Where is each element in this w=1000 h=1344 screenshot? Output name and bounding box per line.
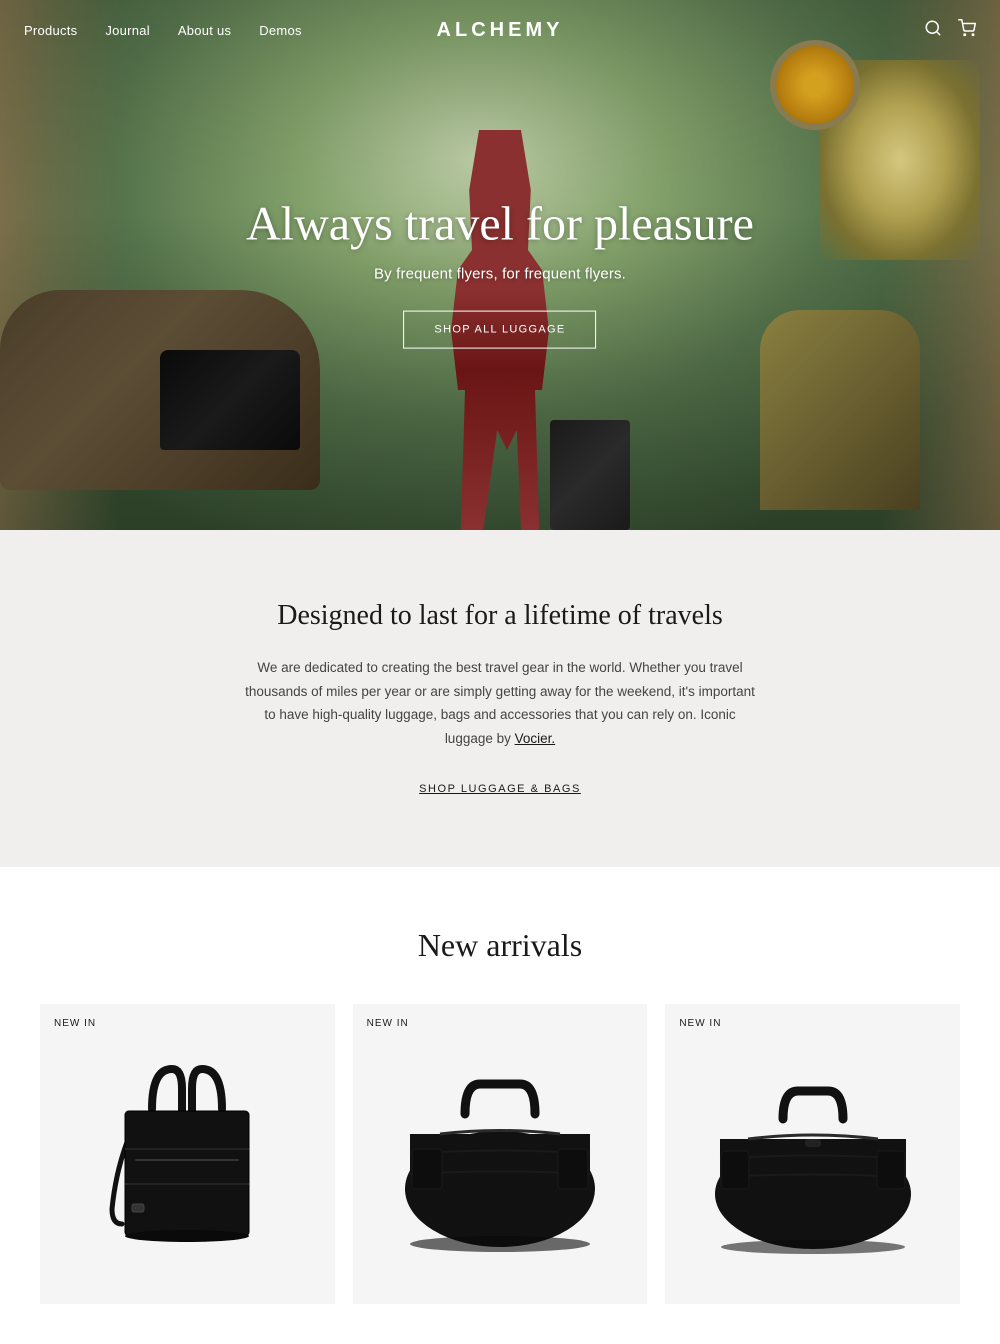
hero-section: Always travel for pleasure By frequent f… (0, 0, 1000, 530)
arrivals-title: New arrivals (40, 927, 960, 964)
brand-link[interactable]: Vocier. (515, 731, 556, 746)
product-card[interactable]: NEW IN (353, 1004, 648, 1304)
cart-icon[interactable] (958, 19, 976, 42)
nav-journal[interactable]: Journal (105, 23, 149, 38)
product-badge: NEW IN (367, 1018, 409, 1029)
site-header: Products Journal About us Demos ALCHEMY (0, 0, 1000, 60)
nav-left: Products Journal About us Demos (24, 23, 302, 38)
info-section: Designed to last for a lifetime of trave… (0, 530, 1000, 867)
hero-content: Always travel for pleasure By frequent f… (246, 197, 754, 349)
products-grid: NEW IN (40, 1004, 960, 1304)
product-card[interactable]: NEW IN (665, 1004, 960, 1304)
info-body: We are dedicated to creating the best tr… (240, 656, 760, 751)
info-title: Designed to last for a lifetime of trave… (40, 600, 960, 632)
product-image (40, 1004, 335, 1304)
hero-chair (760, 310, 920, 510)
hero-subtitle: By frequent flyers, for frequent flyers. (246, 266, 754, 283)
search-icon[interactable] (924, 19, 942, 42)
arrivals-section: New arrivals NEW IN (0, 867, 1000, 1344)
product-badge: NEW IN (54, 1018, 96, 1029)
duffle-medium-svg (693, 1039, 933, 1269)
product-card[interactable]: NEW IN (40, 1004, 335, 1304)
nav-products[interactable]: Products (24, 23, 77, 38)
nav-about[interactable]: About us (178, 23, 231, 38)
product-image (353, 1004, 648, 1304)
hero-cta-button[interactable]: SHOP ALL LUGGAGE (403, 311, 596, 349)
hero-luggage (550, 420, 630, 530)
tote-bag-svg (77, 1039, 297, 1269)
nav-demos[interactable]: Demos (259, 23, 301, 38)
site-logo[interactable]: ALCHEMY (437, 19, 564, 42)
duffle-large-svg (380, 1039, 620, 1269)
nav-right (924, 19, 976, 42)
hero-bag (160, 350, 300, 450)
product-image (665, 1004, 960, 1304)
hero-title: Always travel for pleasure (246, 197, 754, 252)
info-cta-link[interactable]: SHOP LUGGAGE & BAGS (419, 783, 581, 795)
info-body-text: We are dedicated to creating the best tr… (245, 660, 755, 746)
product-badge: NEW IN (679, 1018, 721, 1029)
